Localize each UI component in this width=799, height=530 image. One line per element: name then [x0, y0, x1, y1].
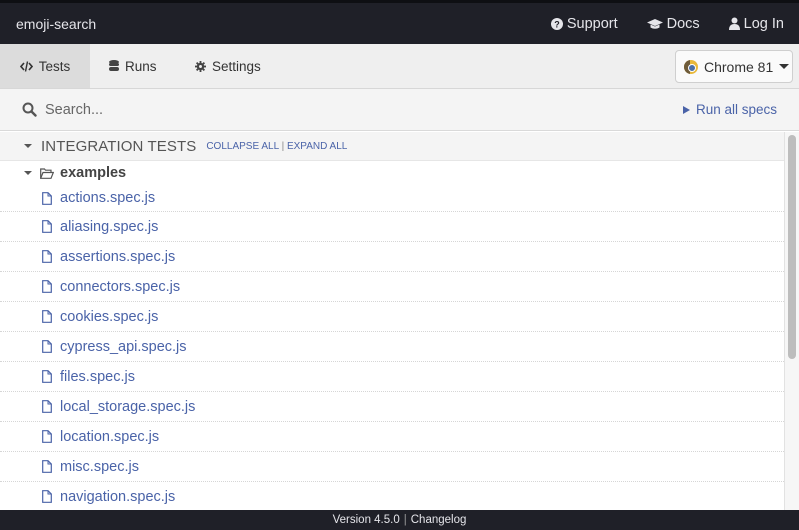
spec-file-row[interactable]: misc.spec.js [0, 452, 784, 482]
spec-file-name: local_storage.spec.js [60, 398, 196, 415]
file-list: actions.spec.js aliasing.spec.js assertion… [0, 185, 784, 510]
code-icon [19, 60, 33, 72]
spec-file-row[interactable]: cypress_api.spec.js [0, 332, 784, 362]
tab-runs-label: Runs [125, 58, 157, 74]
spec-file-name: misc.spec.js [60, 458, 139, 475]
collapse-all-link[interactable]: COLLAPSE ALL [206, 141, 278, 152]
footer-separator: | [403, 514, 407, 526]
chrome-icon [684, 59, 698, 74]
spec-file-name: cookies.spec.js [60, 308, 159, 325]
folder-name: examples [60, 165, 127, 181]
tab-settings[interactable]: Settings [183, 44, 281, 88]
spec-file-row[interactable]: files.spec.js [0, 362, 784, 392]
spec-file-name: actions.spec.js [60, 190, 156, 206]
browser-selector[interactable]: Chrome 81 [675, 50, 793, 83]
tab-settings-label: Settings [212, 58, 261, 74]
file-icon [42, 250, 52, 263]
scrollbar-thumb[interactable] [788, 135, 796, 359]
top-nav-bar: emoji-search ? Support Docs Log In [0, 0, 799, 44]
file-icon [42, 460, 52, 473]
play-icon [682, 105, 690, 114]
file-icon [42, 340, 52, 353]
tab-tests-label: Tests [38, 58, 71, 74]
spec-file-row[interactable]: cookies.spec.js [0, 302, 784, 332]
tab-tests[interactable]: Tests [0, 44, 90, 88]
version-text: Version 4.5.0 [332, 514, 400, 526]
changelog-link[interactable]: Changelog [411, 514, 467, 526]
spec-file-name: navigation.spec.js [60, 488, 176, 505]
spec-file-name: location.spec.js [60, 428, 160, 445]
file-icon [42, 191, 52, 205]
spec-file-row[interactable]: actions.spec.js [0, 185, 784, 212]
spec-file-row[interactable]: aliasing.spec.js [0, 212, 784, 242]
user-icon [728, 17, 740, 30]
section-title: INTEGRATION TESTS [41, 137, 197, 155]
collapse-triangle-icon [24, 171, 32, 175]
folder-open-icon [40, 167, 54, 179]
browser-label: Chrome 81 [704, 58, 774, 75]
login-label: Log In [743, 15, 784, 32]
spec-file-row[interactable]: local_storage.spec.js [0, 392, 784, 422]
gear-icon [195, 60, 206, 72]
support-label: Support [566, 15, 618, 32]
spec-file-row[interactable]: navigation.spec.js [0, 482, 784, 510]
support-link[interactable]: ? Support [550, 15, 618, 32]
search-input[interactable] [45, 101, 683, 118]
section-actions: COLLAPSE ALL | EXPAND ALL [206, 141, 347, 152]
integration-tests-header[interactable]: INTEGRATION TESTS COLLAPSE ALL | EXPAND … [0, 132, 784, 161]
file-icon [42, 490, 52, 503]
caret-down-icon [779, 64, 790, 69]
spec-file-row[interactable]: assertions.spec.js [0, 242, 784, 272]
file-icon [42, 220, 52, 233]
expand-all-link[interactable]: EXPAND ALL [287, 141, 347, 152]
file-icon [42, 280, 52, 293]
collapse-triangle-icon [24, 144, 32, 148]
spec-file-row[interactable]: location.spec.js [0, 422, 784, 452]
login-link[interactable]: Log In [728, 15, 784, 32]
spec-file-name: connectors.spec.js [60, 278, 181, 295]
spec-file-name: cypress_api.spec.js [60, 338, 187, 355]
question-circle-icon: ? [550, 17, 563, 30]
actions-separator: | [281, 140, 285, 152]
file-icon [42, 430, 52, 443]
folder-examples[interactable]: examples [0, 161, 784, 185]
tab-bar: Tests Runs Settings Chrome 81 [0, 44, 799, 89]
file-icon [42, 370, 52, 383]
tabbar-spacer [281, 44, 675, 88]
file-icon [42, 310, 52, 323]
scrollbar[interactable] [785, 132, 799, 510]
docs-label: Docs [666, 15, 700, 32]
search-bar: Run all specs [0, 89, 799, 131]
spec-file-row[interactable]: connectors.spec.js [0, 272, 784, 302]
spec-list: INTEGRATION TESTS COLLAPSE ALL | EXPAND … [0, 132, 785, 510]
spec-file-name: assertions.spec.js [60, 248, 176, 265]
docs-link[interactable]: Docs [646, 15, 700, 32]
tab-runs[interactable]: Runs [90, 44, 183, 88]
database-icon [109, 60, 119, 71]
run-all-label: Run all specs [695, 102, 777, 117]
svg-text:?: ? [554, 19, 560, 29]
file-icon [42, 400, 52, 413]
run-all-specs-button[interactable]: Run all specs [682, 102, 777, 117]
graduation-cap-icon [646, 18, 663, 29]
search-icon [22, 102, 37, 117]
spec-file-name: files.spec.js [60, 368, 135, 385]
project-name: emoji-search [16, 15, 97, 32]
footer: Version 4.5.0 | Changelog [0, 510, 799, 530]
spec-file-name: aliasing.spec.js [60, 218, 159, 235]
